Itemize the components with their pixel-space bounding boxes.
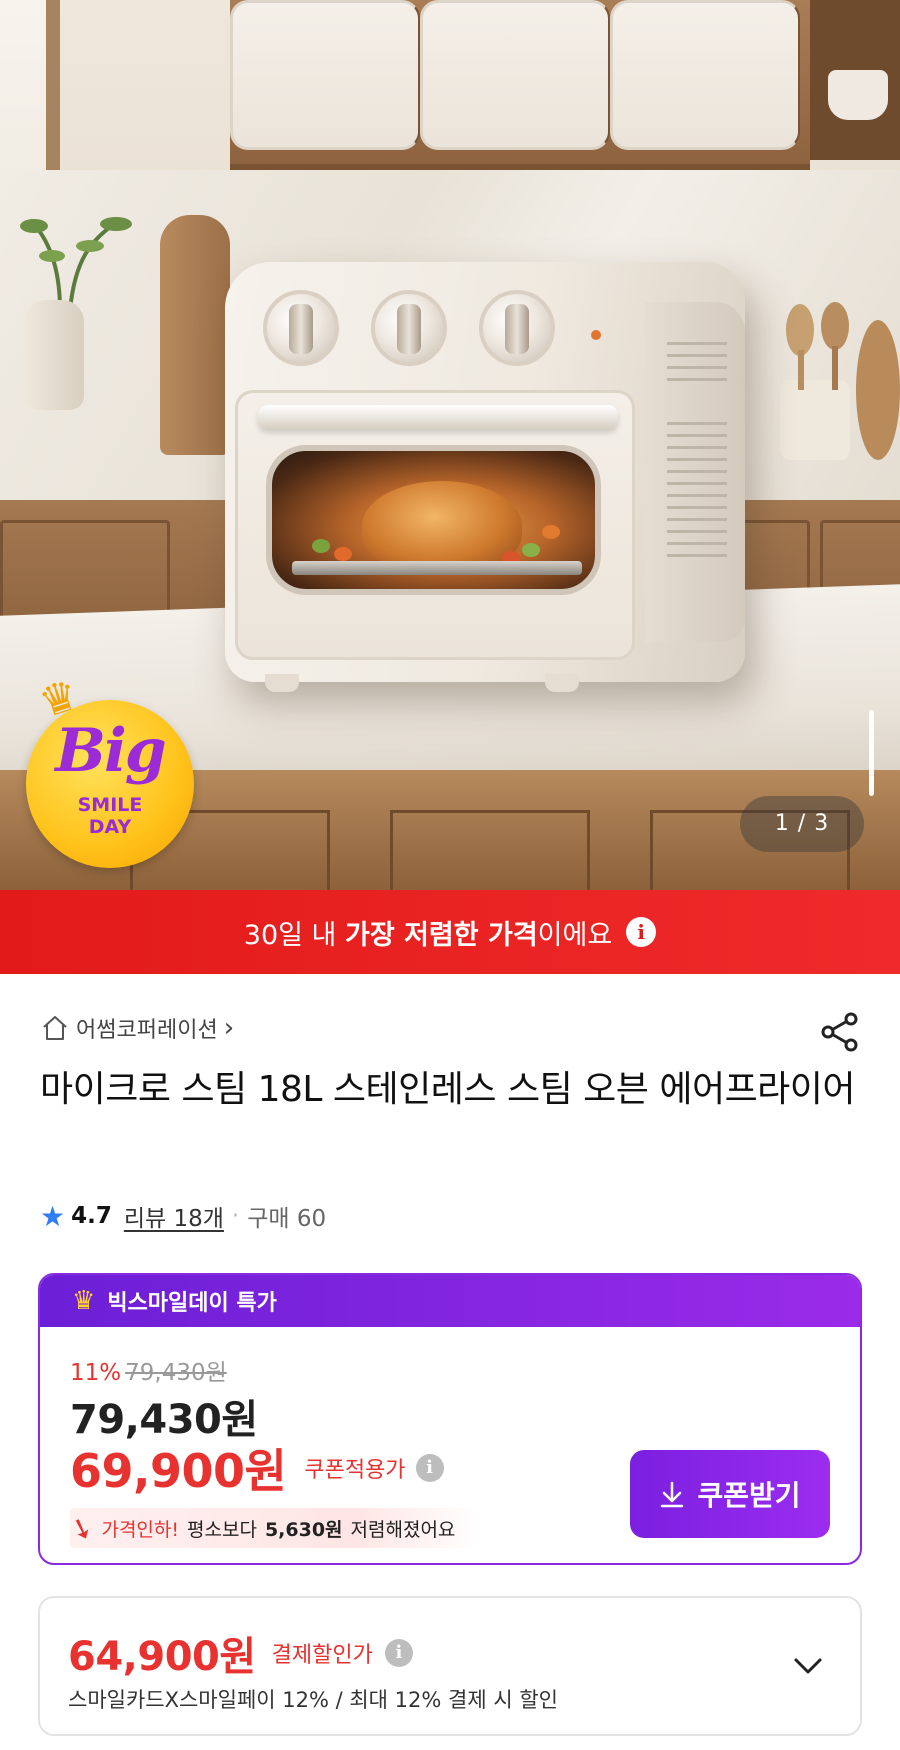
payment-discount-card[interactable]: 64,900원 결제할인가 i 스마일카드X스마일페이 12% / 최대 12%…	[38, 1596, 862, 1736]
rating-score: 4.7	[71, 1203, 112, 1229]
product-title: 마이크로 스팀 18L 스테인레스 스팀 오븐 에어프라이어	[40, 1069, 856, 1110]
background-cutting-board	[160, 215, 230, 455]
price-card-header: ♛ 빅스마일데이 특가	[40, 1275, 860, 1327]
product-oven-image	[225, 262, 745, 692]
price-card-header-label: 빅스마일데이 특가	[107, 1291, 277, 1316]
star-icon: ★	[40, 1199, 66, 1233]
rating-row: ★ 4.7 리뷰 18개 · 구매 60	[40, 1196, 326, 1236]
payment-price-row: 64,900원 결제할인가 i	[68, 1624, 413, 1682]
oven-knob-icon	[371, 290, 447, 366]
coupon-price: 69,900원	[70, 1444, 287, 1498]
info-icon[interactable]: i	[415, 1454, 444, 1482]
banner-text-post: 이에요	[537, 919, 613, 951]
image-scroll-indicator	[869, 710, 874, 796]
background-cabinet	[230, 0, 810, 170]
banner-text-emphasis: 가장 저렴한 가격	[344, 919, 538, 951]
crown-icon: ♛	[72, 1286, 96, 1316]
product-image-carousel[interactable]: ♛ Big SMILE DAY 1 / 3	[0, 0, 900, 890]
badge-big-text: Big	[55, 716, 166, 786]
background-plant	[20, 217, 132, 310]
reviews-link[interactable]: 리뷰 18개	[124, 1199, 224, 1233]
payment-price: 64,900원	[68, 1634, 256, 1680]
oven-knob-icon	[479, 290, 555, 366]
arrow-down-icon: ➘	[65, 1508, 99, 1548]
info-icon[interactable]: i	[626, 917, 657, 947]
background-vase	[24, 300, 84, 410]
coupon-price-label: 쿠폰적용가	[304, 1458, 406, 1483]
share-icon[interactable]	[818, 1010, 862, 1054]
store-chevron-icon: ›	[223, 1013, 235, 1043]
store-name: 어썸코퍼레이션	[76, 1018, 218, 1043]
price-drop-amount: 5,630원	[264, 1518, 343, 1541]
oven-knob-icon	[263, 290, 339, 366]
background-shelf	[810, 0, 900, 160]
big-smile-day-badge: ♛ Big SMILE DAY	[26, 669, 194, 868]
price-drop-tail: 저렴해졌어요	[350, 1518, 456, 1541]
badge-smile-text: SMILE	[77, 794, 143, 816]
purchase-count: 구매 60	[247, 1206, 327, 1232]
badge-day-text: DAY	[88, 816, 132, 838]
price-drop-lead: 가격인하!	[101, 1518, 180, 1541]
original-price: 79,430원	[125, 1360, 227, 1386]
home-icon	[43, 1016, 67, 1040]
download-icon	[661, 1481, 684, 1508]
price-drop-mid: 평소보다	[187, 1518, 257, 1541]
background-utensils	[780, 302, 900, 460]
payment-description: 스마일카드X스마일페이 12% / 최대 12% 결제 시 할인	[68, 1688, 558, 1712]
get-coupon-label: 쿠폰받기	[697, 1479, 801, 1512]
info-icon[interactable]: i	[384, 1639, 413, 1667]
price-drop-note: ➘ 가격인하! 평소보다 5,630원 저렴해졌어요	[65, 1508, 480, 1548]
separator-dot: ·	[231, 1203, 240, 1229]
coupon-price-row: 69,900원 쿠폰적용가 i	[70, 1435, 444, 1501]
banner-text-pre: 30일 내	[243, 919, 345, 951]
chevron-down-icon[interactable]	[788, 1646, 828, 1686]
lowest-price-banner[interactable]: 30일 내 가장 저렴한 가격 이에요 i	[0, 890, 900, 974]
special-price-card: ♛ 빅스마일데이 특가 11% 79,430원 79,430원 69,900원 …	[38, 1273, 862, 1565]
store-link[interactable]: 어썸코퍼레이션 ›	[40, 1008, 234, 1048]
get-coupon-button[interactable]: 쿠폰받기	[630, 1450, 830, 1538]
payment-price-label: 결제할인가	[271, 1643, 373, 1668]
image-counter: 1 / 3	[740, 796, 864, 852]
discount-row: 11% 79,430원	[70, 1353, 227, 1387]
discount-percent: 11%	[70, 1360, 122, 1386]
